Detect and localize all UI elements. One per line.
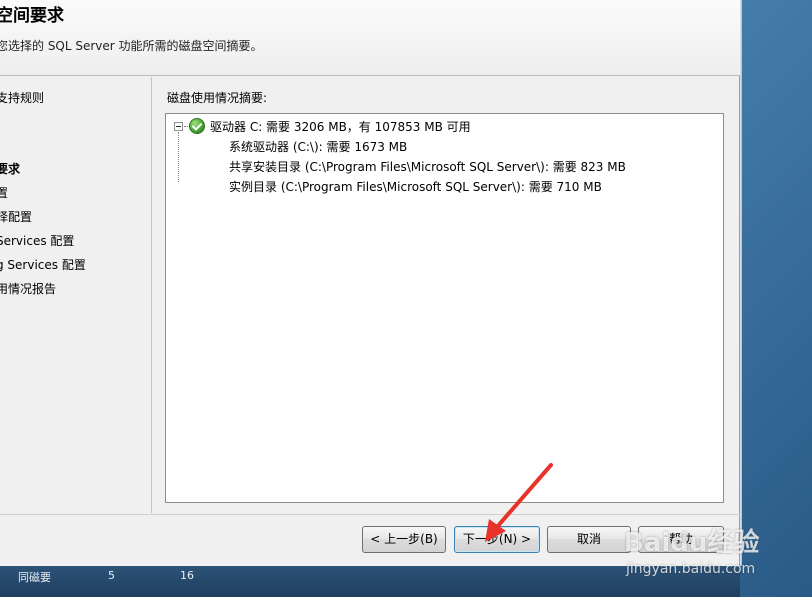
page-description: 您选择的 SQL Server 功能所需的磁盘空间摘要。 — [0, 39, 263, 53]
back-button[interactable]: < 上一步(B) — [362, 526, 446, 553]
disk-usage-tree[interactable]: 驱动器 C: 需要 3206 MB，有 107853 MB 可用 系统驱动器 (… — [165, 113, 724, 503]
nav-item-config[interactable]: 置 — [0, 184, 8, 201]
tree-connector — [178, 132, 179, 182]
tree-root-drive-c[interactable]: 驱动器 C: 需要 3206 MB，有 107853 MB 可用 — [210, 118, 471, 135]
nav-sidebar: 支持规则 要求 置 择配置 Services 配置 g Services 配置 … — [0, 77, 152, 513]
dialog-header: 空间要求 您选择的 SQL Server 功能所需的磁盘空间摘要。 — [0, 0, 740, 76]
taskbar-item[interactable]: 同磁要 — [18, 569, 51, 585]
collapse-toggle[interactable] — [174, 122, 183, 131]
taskbar-item: 5 — [108, 569, 115, 582]
page-title: 空间要求 — [0, 6, 64, 26]
tree-item-shared-dir[interactable]: 共享安装目录 (C:\Program Files\Microsoft SQL S… — [229, 158, 626, 175]
nav-item-disk-requirements[interactable]: 要求 — [0, 160, 20, 177]
nav-item-select-config[interactable]: 择配置 — [0, 208, 32, 225]
tree-item-system-drive[interactable]: 系统驱动器 (C:\): 需要 1673 MB — [229, 138, 407, 155]
nav-item-support-rules[interactable]: 支持规则 — [0, 89, 44, 106]
nav-item-usage-report[interactable]: 用情况报告 — [0, 280, 56, 297]
taskbar-item: 16 — [180, 569, 194, 582]
watermark-logo: Baidu经验 — [624, 528, 760, 558]
nav-item-reporting-services-config[interactable]: g Services 配置 — [0, 256, 86, 273]
cancel-button[interactable]: 取消 — [547, 526, 631, 553]
watermark-url: jingyan.baidu.com — [626, 561, 756, 577]
check-icon — [189, 118, 205, 134]
tree-item-instance-dir[interactable]: 实例目录 (C:\Program Files\Microsoft SQL Ser… — [229, 178, 602, 195]
baidu-watermark: Baidu经验 jingyan.baidu.com — [620, 506, 812, 580]
setup-dialog: 空间要求 您选择的 SQL Server 功能所需的磁盘空间摘要。 支持规则 要… — [0, 0, 740, 566]
disk-usage-summary-label: 磁盘使用情况摘要: — [167, 91, 268, 105]
next-button[interactable]: 下一步(N) > — [454, 526, 540, 553]
nav-item-services-config[interactable]: Services 配置 — [0, 232, 74, 249]
